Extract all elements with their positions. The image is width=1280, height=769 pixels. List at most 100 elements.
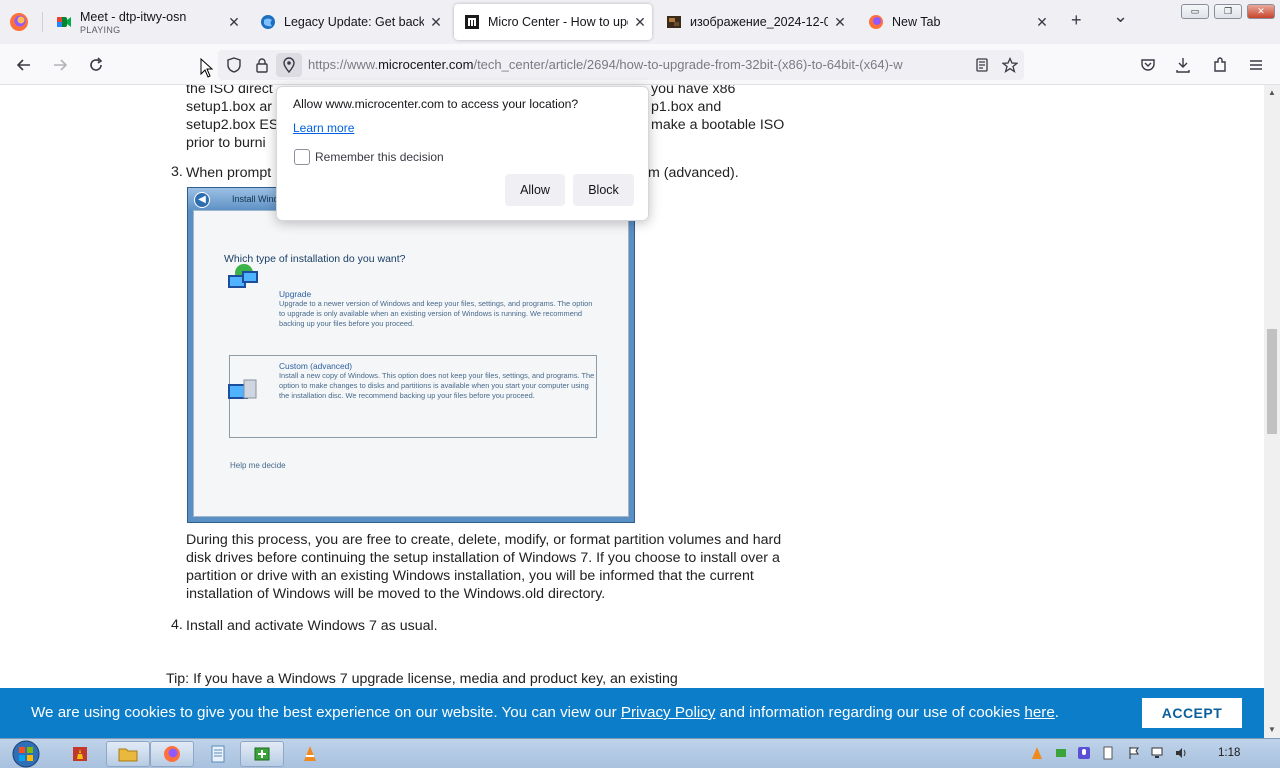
close-tab-icon[interactable]: ✕ bbox=[628, 14, 652, 31]
bookmark-star-icon[interactable] bbox=[1002, 57, 1018, 73]
article-text-line: you have x86 bbox=[651, 85, 736, 97]
list-number: 3. bbox=[171, 164, 183, 180]
scrollbar-thumb[interactable] bbox=[1267, 329, 1277, 434]
article-text-line: make a bootable ISO bbox=[651, 117, 785, 133]
list-all-tabs-button[interactable]: ⌄ bbox=[1113, 6, 1128, 27]
document-tray-icon[interactable] bbox=[1101, 746, 1115, 760]
scroll-down-arrow-icon[interactable]: ▼ bbox=[1268, 725, 1276, 734]
reload-button[interactable] bbox=[85, 54, 107, 76]
upgrade-option: Upgrade Upgrade to a newer version of Wi… bbox=[279, 289, 599, 329]
globe-icon bbox=[261, 15, 275, 29]
firefox-icon bbox=[869, 15, 883, 29]
pocket-button[interactable] bbox=[1137, 54, 1159, 76]
back-button[interactable] bbox=[13, 54, 35, 76]
pocket-icon bbox=[1141, 59, 1155, 71]
cookie-text: We are using cookies to give you the bes… bbox=[31, 704, 621, 721]
forward-button[interactable] bbox=[49, 54, 71, 76]
reader-view-icon[interactable] bbox=[974, 57, 990, 73]
tab-image[interactable]: изображение_2024-12-08_ ✕ bbox=[656, 4, 852, 40]
volume-icon[interactable] bbox=[1174, 746, 1188, 760]
article-text-line: the ISO direct bbox=[186, 85, 273, 97]
list-number: 4. bbox=[171, 617, 183, 633]
network-connection-icon[interactable] bbox=[1150, 746, 1164, 760]
setup-window-body: Which type of installation do you want? … bbox=[193, 210, 629, 517]
upgrade-option-title: Upgrade bbox=[279, 289, 312, 299]
custom-option-title: Custom (advanced) bbox=[279, 361, 353, 371]
upgrade-option-description: Upgrade to a newer version of Windows an… bbox=[279, 299, 593, 328]
extensions-button[interactable] bbox=[1209, 54, 1231, 76]
tab-legacy-update[interactable]: Legacy Update: Get back o ✕ bbox=[250, 4, 448, 40]
minimize-button[interactable]: ▭ bbox=[1181, 4, 1209, 19]
tab-title: Meet - dtp-itwy-osn bbox=[80, 9, 187, 24]
folder-icon bbox=[118, 748, 138, 762]
learn-more-link[interactable]: Learn more bbox=[293, 121, 354, 135]
tab-micro-center[interactable]: Micro Center - How to upg ✕ bbox=[454, 4, 652, 40]
remember-decision-label[interactable]: Remember this decision bbox=[315, 150, 444, 164]
location-permission-popup: Allow www.microcenter.com to access your… bbox=[276, 86, 649, 221]
url-prefix: https://www. bbox=[308, 57, 379, 72]
reload-icon bbox=[90, 57, 103, 71]
scroll-up-arrow-icon[interactable]: ▲ bbox=[1268, 88, 1276, 97]
cookie-banner: We are using cookies to give you the bes… bbox=[0, 688, 1264, 738]
forward-arrow-icon bbox=[54, 59, 68, 71]
firefox-menu-icon[interactable] bbox=[9, 12, 29, 32]
allow-button[interactable]: Allow bbox=[505, 174, 565, 206]
taskbar-app-firefox[interactable] bbox=[150, 741, 194, 767]
cookie-message: We are using cookies to give you the bes… bbox=[31, 704, 1059, 721]
windows-setup-screenshot: ◀ Install Windo Which type of installati… bbox=[187, 187, 635, 523]
url-bar[interactable]: https://www.microcenter.com/tech_center/… bbox=[218, 50, 1024, 80]
article-text-line: prior to burni bbox=[186, 135, 266, 151]
close-tab-icon[interactable]: ✕ bbox=[222, 14, 246, 31]
taskbar-app-explorer[interactable] bbox=[106, 741, 150, 767]
network-tray-icon[interactable] bbox=[1054, 746, 1068, 760]
back-arrow-icon: ◀ bbox=[194, 192, 210, 208]
close-window-button[interactable]: ✕ bbox=[1247, 4, 1275, 19]
back-arrow-icon bbox=[16, 59, 30, 71]
block-button[interactable]: Block bbox=[573, 174, 634, 206]
restore-button[interactable]: ❐ bbox=[1214, 4, 1242, 19]
permission-question: Allow www.microcenter.com to access your… bbox=[293, 97, 579, 111]
lock-icon[interactable] bbox=[254, 57, 270, 73]
google-meet-icon bbox=[57, 17, 71, 27]
tracking-protection-shield-icon[interactable] bbox=[226, 57, 242, 73]
vlc-tray-icon[interactable] bbox=[1030, 746, 1044, 760]
hamburger-menu-icon bbox=[1250, 60, 1262, 70]
cookie-text: . bbox=[1054, 704, 1060, 721]
app-menu-button[interactable] bbox=[1245, 54, 1267, 76]
mouse-cursor-icon bbox=[200, 58, 214, 78]
custom-option-box: Custom (advanced) Install a new copy of … bbox=[228, 355, 597, 438]
windows-start-orb-icon[interactable] bbox=[8, 739, 44, 769]
step-3-text: When prompt bbox=[186, 165, 272, 181]
tab-new-tab[interactable]: New Tab ✕ bbox=[858, 4, 1054, 40]
location-pin-icon bbox=[283, 57, 295, 73]
download-icon bbox=[1176, 58, 1190, 73]
close-tab-icon[interactable]: ✕ bbox=[1030, 14, 1054, 31]
article-text-line: p1.box and bbox=[651, 99, 722, 115]
accept-cookies-button[interactable]: ACCEPT bbox=[1142, 698, 1242, 728]
taskbar-app-notepad[interactable] bbox=[196, 741, 240, 767]
taskbar-app-chess[interactable] bbox=[60, 741, 100, 767]
action-center-flag-icon[interactable] bbox=[1127, 746, 1141, 760]
article-text-line: setup2.box ES bbox=[186, 117, 279, 133]
microphone-tray-icon[interactable] bbox=[1077, 746, 1091, 760]
micro-center-favicon-icon bbox=[465, 15, 479, 29]
close-tab-icon[interactable]: ✕ bbox=[828, 14, 852, 31]
green-network-icon bbox=[254, 747, 270, 761]
tab-title: Micro Center - How to upg bbox=[488, 15, 628, 29]
step-4-text: Install and activate Windows 7 as usual. bbox=[186, 618, 438, 634]
tab-meet[interactable]: Meet - dtp-itwy-osn PLAYING ✕ bbox=[46, 4, 246, 40]
vertical-scrollbar[interactable]: ▲ ▼ bbox=[1264, 85, 1280, 738]
custom-option-description: Install a new copy of Windows. This opti… bbox=[279, 371, 595, 400]
taskbar-clock[interactable]: 1:18 bbox=[1218, 747, 1240, 759]
privacy-policy-link[interactable]: Privacy Policy bbox=[621, 704, 716, 721]
taskbar-app-vlc[interactable] bbox=[288, 741, 332, 767]
downloads-button[interactable] bbox=[1172, 54, 1194, 76]
url-text[interactable]: https://www.microcenter.com/tech_center/… bbox=[308, 57, 958, 72]
taskbar-app-network-tool[interactable] bbox=[240, 741, 284, 767]
cookies-here-link[interactable]: here bbox=[1024, 704, 1054, 721]
remember-decision-checkbox[interactable] bbox=[294, 149, 310, 165]
new-tab-button[interactable]: + bbox=[1071, 10, 1082, 31]
tab-title: Legacy Update: Get back o bbox=[284, 15, 424, 29]
close-tab-icon[interactable]: ✕ bbox=[424, 14, 448, 31]
tab-strip: Meet - dtp-itwy-osn PLAYING ✕ Legacy Upda… bbox=[0, 0, 1280, 44]
